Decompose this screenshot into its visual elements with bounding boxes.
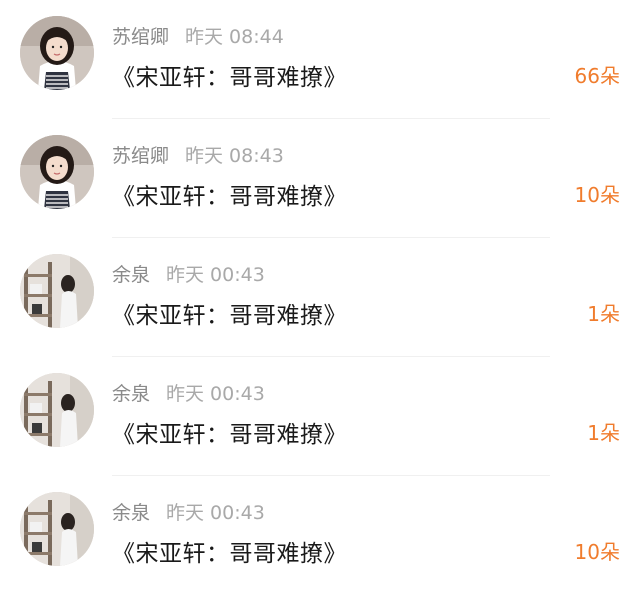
list-item[interactable]: 苏绾卿 昨天 08:44 《宋亚轩：哥哥难撩》 66朵 bbox=[0, 0, 640, 119]
room-scene-avatar bbox=[20, 373, 94, 447]
comment-meta: 苏绾卿 昨天 08:44 bbox=[112, 22, 284, 48]
book-title[interactable]: 《宋亚轩：哥哥难撩》 bbox=[112, 415, 347, 449]
username[interactable]: 余泉 bbox=[112, 498, 150, 525]
flower-count: 10朵 bbox=[574, 183, 620, 207]
avatar[interactable] bbox=[20, 373, 94, 447]
book-title[interactable]: 《宋亚轩：哥哥难撩》 bbox=[112, 296, 347, 330]
girl-portrait-avatar bbox=[20, 135, 94, 209]
timestamp: 昨天 00:43 bbox=[166, 501, 265, 524]
comment-meta: 余泉 昨天 00:43 bbox=[112, 260, 265, 286]
list-item[interactable]: 余泉 昨天 00:43 《宋亚轩：哥哥难撩》 1朵 bbox=[0, 238, 640, 357]
comment-meta: 余泉 昨天 00:43 bbox=[112, 379, 265, 405]
flower-count: 1朵 bbox=[587, 421, 620, 445]
list-item[interactable]: 余泉 昨天 00:43 《宋亚轩：哥哥难撩》 1朵 bbox=[0, 357, 640, 476]
gift-record-list: 苏绾卿 昨天 08:44 《宋亚轩：哥哥难撩》 66朵 苏绾卿 昨天 08:43… bbox=[0, 0, 640, 588]
room-scene-avatar bbox=[20, 254, 94, 328]
avatar[interactable] bbox=[20, 492, 94, 566]
room-scene-avatar bbox=[20, 492, 94, 566]
book-title[interactable]: 《宋亚轩：哥哥难撩》 bbox=[112, 534, 347, 568]
list-item[interactable]: 余泉 昨天 00:43 《宋亚轩：哥哥难撩》 10朵 bbox=[0, 476, 640, 595]
book-title[interactable]: 《宋亚轩：哥哥难撩》 bbox=[112, 58, 347, 92]
list-item[interactable]: 苏绾卿 昨天 08:43 《宋亚轩：哥哥难撩》 10朵 bbox=[0, 119, 640, 238]
flower-count: 66朵 bbox=[574, 64, 620, 88]
timestamp: 昨天 08:43 bbox=[185, 144, 284, 167]
avatar[interactable] bbox=[20, 254, 94, 328]
comment-meta: 苏绾卿 昨天 08:43 bbox=[112, 141, 284, 167]
flower-count: 1朵 bbox=[587, 302, 620, 326]
avatar[interactable] bbox=[20, 16, 94, 90]
girl-portrait-avatar bbox=[20, 16, 94, 90]
book-title[interactable]: 《宋亚轩：哥哥难撩》 bbox=[112, 177, 347, 211]
comment-meta: 余泉 昨天 00:43 bbox=[112, 498, 265, 524]
username[interactable]: 余泉 bbox=[112, 379, 150, 406]
avatar[interactable] bbox=[20, 135, 94, 209]
timestamp: 昨天 08:44 bbox=[185, 25, 284, 48]
timestamp: 昨天 00:43 bbox=[166, 382, 265, 405]
timestamp: 昨天 00:43 bbox=[166, 263, 265, 286]
username[interactable]: 余泉 bbox=[112, 260, 150, 287]
username[interactable]: 苏绾卿 bbox=[112, 141, 169, 168]
username[interactable]: 苏绾卿 bbox=[112, 22, 169, 49]
flower-count: 10朵 bbox=[574, 540, 620, 564]
